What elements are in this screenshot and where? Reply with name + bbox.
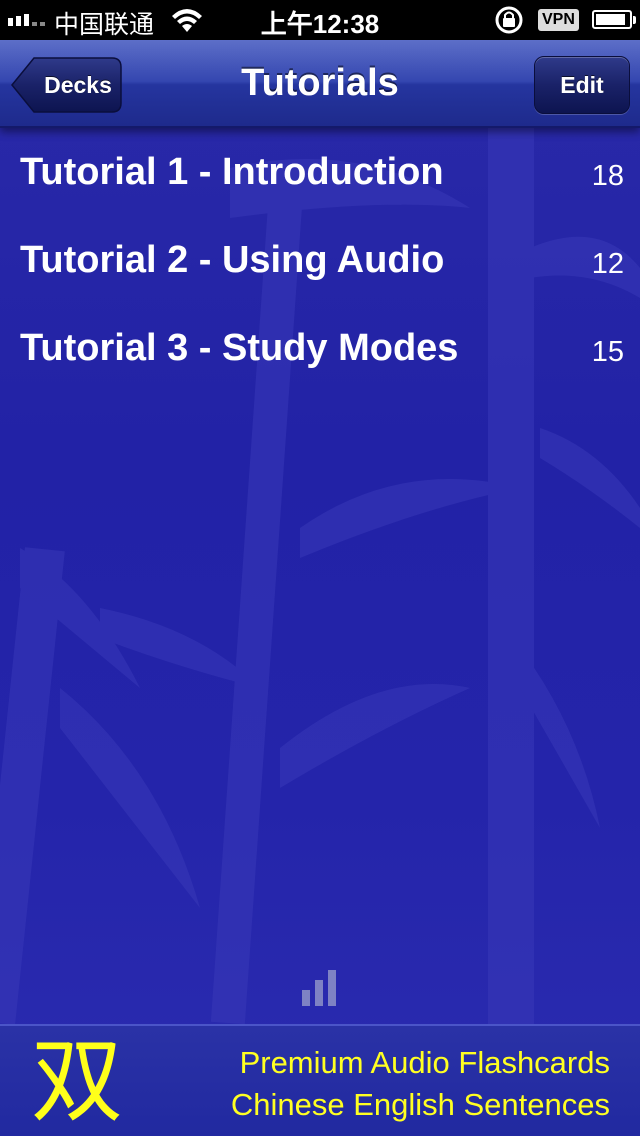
vpn-badge: VPN	[538, 9, 579, 31]
app-screen: 中国联通 上午12:38 VPN Decks Tutorials Edit Tu…	[0, 0, 640, 1136]
navigation-bar: Decks Tutorials Edit	[0, 40, 640, 128]
tutorial-title: Tutorial 3 - Study Modes	[20, 327, 459, 369]
rotation-lock-icon	[492, 5, 526, 42]
card-count: 12	[591, 248, 624, 280]
list-item[interactable]: Tutorial 1 - Introduction 18	[0, 128, 640, 216]
app-logo: 双	[30, 1028, 123, 1135]
audio-level-icon	[302, 970, 336, 1006]
card-count: 15	[591, 336, 624, 368]
tutorial-title: Tutorial 1 - Introduction	[20, 151, 444, 193]
status-bar: 中国联通 上午12:38 VPN	[0, 0, 640, 40]
battery-icon	[592, 10, 636, 29]
tutorials-list: Tutorial 1 - Introduction 18 Tutorial 2 …	[0, 128, 640, 392]
card-count: 18	[591, 160, 624, 192]
banner-line-1: Premium Audio Flashcards	[239, 1045, 610, 1080]
list-item[interactable]: Tutorial 2 - Using Audio 12	[0, 216, 640, 304]
tutorial-title: Tutorial 2 - Using Audio	[20, 239, 445, 281]
banner-line-2: Chinese English Sentences	[230, 1087, 610, 1122]
edit-button[interactable]: Edit	[534, 56, 630, 114]
list-item[interactable]: Tutorial 3 - Study Modes 15	[0, 304, 640, 392]
footer-banner[interactable]: 双 Premium Audio Flashcards Chinese Engli…	[0, 1024, 640, 1136]
